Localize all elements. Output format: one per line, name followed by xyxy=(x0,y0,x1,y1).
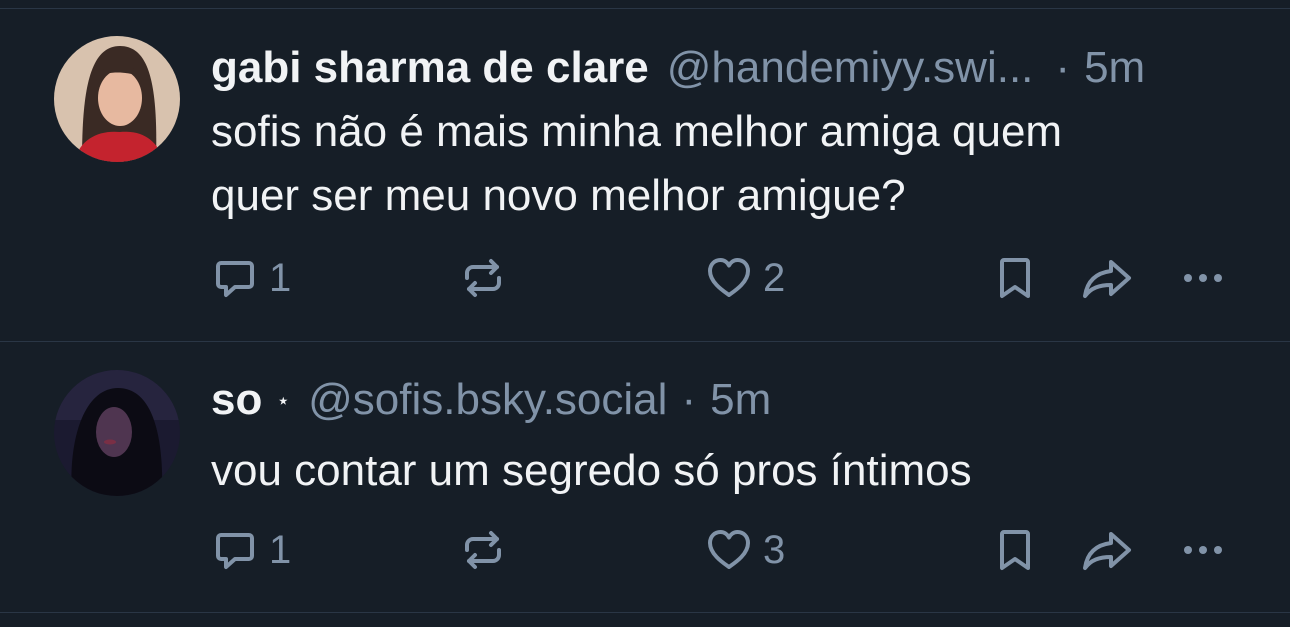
like-button[interactable]: 2 xyxy=(705,254,785,302)
post-content: gabi sharma de clare @handemiyy.swi... ·… xyxy=(211,38,1250,228)
like-count: 2 xyxy=(763,255,786,300)
reply-button[interactable]: 1 xyxy=(211,526,291,574)
post-time[interactable]: 5m xyxy=(1084,38,1145,98)
like-button[interactable]: 3 xyxy=(705,526,785,574)
repost-button[interactable] xyxy=(459,254,507,302)
like-count: 3 xyxy=(763,527,786,572)
share-icon xyxy=(1083,532,1131,570)
post-actions: 1 2 xyxy=(211,254,1290,302)
reply-button[interactable]: 1 xyxy=(211,254,291,302)
more-icon xyxy=(1184,546,1222,554)
separator-dot: · xyxy=(681,375,697,424)
author-display-name[interactable]: gabi sharma de clare xyxy=(211,38,649,98)
reply-icon xyxy=(216,533,254,569)
post-time[interactable]: 5m xyxy=(710,370,771,430)
post-content: so ⋆ @sofis.bsky.social · 5m vou contar … xyxy=(211,370,1250,503)
post-actions: 1 3 xyxy=(211,526,1290,574)
reply-count: 1 xyxy=(269,255,292,300)
share-icon xyxy=(1083,260,1131,298)
repost-icon xyxy=(465,259,501,297)
heart-icon xyxy=(708,530,750,569)
repost-icon xyxy=(465,531,501,569)
author-display-name[interactable]: so xyxy=(211,370,262,430)
save-button[interactable] xyxy=(991,254,1039,302)
post-item[interactable]: gabi sharma de clare @handemiyy.swi... ·… xyxy=(0,8,1290,342)
share-button[interactable] xyxy=(1081,526,1133,574)
post-text: sofis não é mais minha melhor amiga quem… xyxy=(211,100,1250,228)
repost-button[interactable] xyxy=(459,526,507,574)
separator-dot: · xyxy=(1055,43,1071,92)
verified-badge-icon: ⋆ xyxy=(276,388,291,413)
bookmark-icon xyxy=(1000,530,1030,570)
post-header: so ⋆ @sofis.bsky.social · 5m xyxy=(211,370,1250,437)
post-text-line: sofis não é mais minha melhor amiga quem xyxy=(211,107,1063,156)
author-handle[interactable]: @sofis.bsky.social xyxy=(308,370,667,430)
avatar-photo xyxy=(54,36,180,162)
feed: gabi sharma de clare @handemiyy.swi... ·… xyxy=(0,8,1290,613)
post-text-line: quer ser meu novo melhor amigue? xyxy=(211,171,906,220)
more-options-button[interactable] xyxy=(1179,254,1227,302)
post-item[interactable]: so ⋆ @sofis.bsky.social · 5m vou contar … xyxy=(0,342,1290,613)
author-avatar[interactable] xyxy=(54,36,180,162)
more-icon xyxy=(1184,274,1222,282)
reply-icon xyxy=(216,261,254,297)
post-text-line: vou contar um segredo só pros íntimos xyxy=(211,446,972,495)
share-button[interactable] xyxy=(1081,254,1133,302)
save-button[interactable] xyxy=(991,526,1039,574)
bookmark-icon xyxy=(1000,258,1030,298)
author-handle[interactable]: @handemiyy.swi... xyxy=(667,38,1034,98)
heart-icon xyxy=(708,258,750,297)
reply-count: 1 xyxy=(269,527,292,572)
avatar-photo xyxy=(54,370,180,496)
post-header: gabi sharma de clare @handemiyy.swi... ·… xyxy=(211,38,1250,98)
post-text: vou contar um segredo só pros íntimos xyxy=(211,439,1250,503)
more-options-button[interactable] xyxy=(1179,526,1227,574)
author-avatar[interactable] xyxy=(54,370,180,496)
